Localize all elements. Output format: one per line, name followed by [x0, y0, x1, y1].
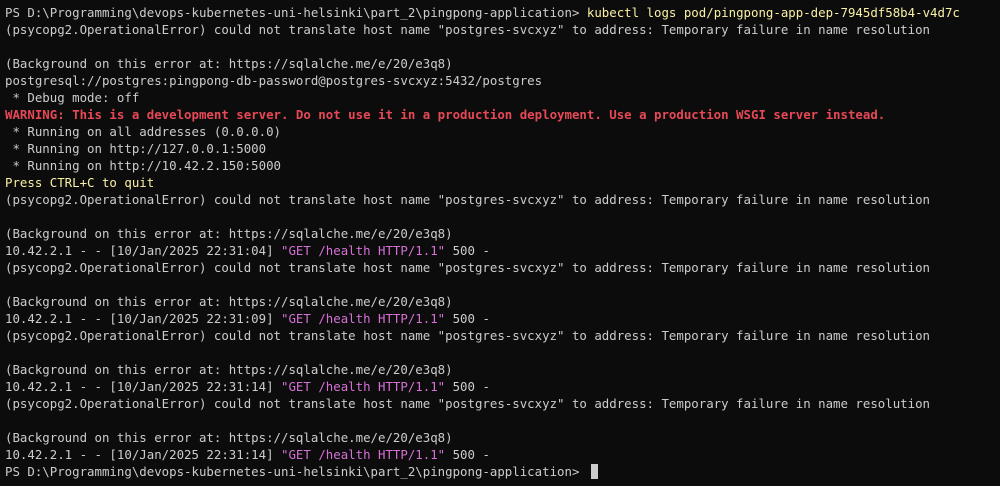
log-segment-request: "GET /health HTTP/1.1"	[281, 447, 446, 462]
log-line: (Background on this error at: https://sq…	[5, 361, 1000, 378]
log-line: * Running on http://10.42.2.150:5000	[5, 157, 1000, 174]
log-segment-default: 500 -	[445, 311, 490, 326]
log-segment-warning: WARNING: This is a development server. D…	[5, 107, 886, 122]
log-line: (Background on this error at: https://sq…	[5, 55, 1000, 72]
log-line: (Background on this error at: https://sq…	[5, 293, 1000, 310]
log-line: 10.42.2.1 - - [10/Jan/2025 22:31:14] "GE…	[5, 446, 1000, 463]
log-line: (Background on this error at: https://sq…	[5, 429, 1000, 446]
log-segment-default: PS D:\Programming\devops-kubernetes-uni-…	[5, 5, 587, 20]
log-segment-default: 10.42.2.1 - - [10/Jan/2025 22:31:04]	[5, 243, 282, 258]
log-segment-default: * Running on all addresses (0.0.0.0)	[5, 124, 282, 139]
log-line: (psycopg2.OperationalError) could not tr…	[5, 191, 1000, 208]
log-line: (Background on this error at: https://sq…	[5, 225, 1000, 242]
log-segment-default: (Background on this error at: https://sq…	[5, 430, 453, 445]
log-line: (psycopg2.OperationalError) could not tr…	[5, 327, 1000, 344]
log-line: (psycopg2.OperationalError) could not tr…	[5, 259, 1000, 276]
log-segment-default: (psycopg2.OperationalError) could not tr…	[5, 22, 931, 37]
log-segment-request: "GET /health HTTP/1.1"	[281, 243, 446, 258]
log-segment-default: 10.42.2.1 - - [10/Jan/2025 22:31:09]	[5, 311, 282, 326]
log-line: WARNING: This is a development server. D…	[5, 106, 1000, 123]
log-segment-default: (Background on this error at: https://sq…	[5, 226, 453, 241]
log-segment-default: (Background on this error at: https://sq…	[5, 294, 453, 309]
text-cursor	[590, 464, 598, 479]
terminal-prompt-line[interactable]: PS D:\Programming\devops-kubernetes-uni-…	[5, 463, 1000, 480]
log-segment-default: (psycopg2.OperationalError) could not tr…	[5, 328, 931, 343]
log-segment-default: 10.42.2.1 - - [10/Jan/2025 22:31:14]	[5, 379, 282, 394]
log-line: PS D:\Programming\devops-kubernetes-uni-…	[5, 4, 1000, 21]
log-line: 10.42.2.1 - - [10/Jan/2025 22:31:14] "GE…	[5, 378, 1000, 395]
log-line: 10.42.2.1 - - [10/Jan/2025 22:31:09] "GE…	[5, 310, 1000, 327]
log-line: * Running on http://127.0.0.1:5000	[5, 140, 1000, 157]
log-segment-yellow: Press CTRL+C to quit	[5, 175, 155, 190]
log-segment-default: 500 -	[445, 243, 490, 258]
log-segment-default: (psycopg2.OperationalError) could not tr…	[5, 396, 931, 411]
log-segment-default: (Background on this error at: https://sq…	[5, 362, 453, 377]
terminal-window[interactable]: PS D:\Programming\devops-kubernetes-uni-…	[0, 0, 1000, 486]
log-segment-default: * Running on http://10.42.2.150:5000	[5, 158, 282, 173]
log-segment-default: postgresql://postgres:pingpong-db-passwo…	[5, 73, 543, 88]
log-segment-default: * Debug mode: off	[5, 90, 140, 105]
log-line: 10.42.2.1 - - [10/Jan/2025 22:31:04] "GE…	[5, 242, 1000, 259]
log-line: Press CTRL+C to quit	[5, 174, 1000, 191]
log-segment-default: 10.42.2.1 - - [10/Jan/2025 22:31:14]	[5, 447, 282, 462]
log-segment-default: (Background on this error at: https://sq…	[5, 56, 453, 71]
log-segment-default: (psycopg2.OperationalError) could not tr…	[5, 192, 931, 207]
log-segment-request: "GET /health HTTP/1.1"	[281, 379, 446, 394]
log-segment-request: "GET /health HTTP/1.1"	[281, 311, 446, 326]
log-line: (psycopg2.OperationalError) could not tr…	[5, 395, 1000, 412]
log-line: * Debug mode: off	[5, 89, 1000, 106]
log-segment-command: kubectl logs pod/pingpong-app-dep-7945df…	[586, 5, 960, 20]
log-segment-default: 500 -	[445, 447, 490, 462]
log-segment-default: 500 -	[445, 379, 490, 394]
terminal-output: PS D:\Programming\devops-kubernetes-uni-…	[5, 4, 1000, 463]
log-line: postgresql://postgres:pingpong-db-passwo…	[5, 72, 1000, 89]
log-line: * Running on all addresses (0.0.0.0)	[5, 123, 1000, 140]
log-segment-default: * Running on http://127.0.0.1:5000	[5, 141, 267, 156]
log-segment-default: (psycopg2.OperationalError) could not tr…	[5, 260, 931, 275]
log-line: (psycopg2.OperationalError) could not tr…	[5, 21, 1000, 38]
prompt-text: PS D:\Programming\devops-kubernetes-uni-…	[5, 464, 587, 479]
